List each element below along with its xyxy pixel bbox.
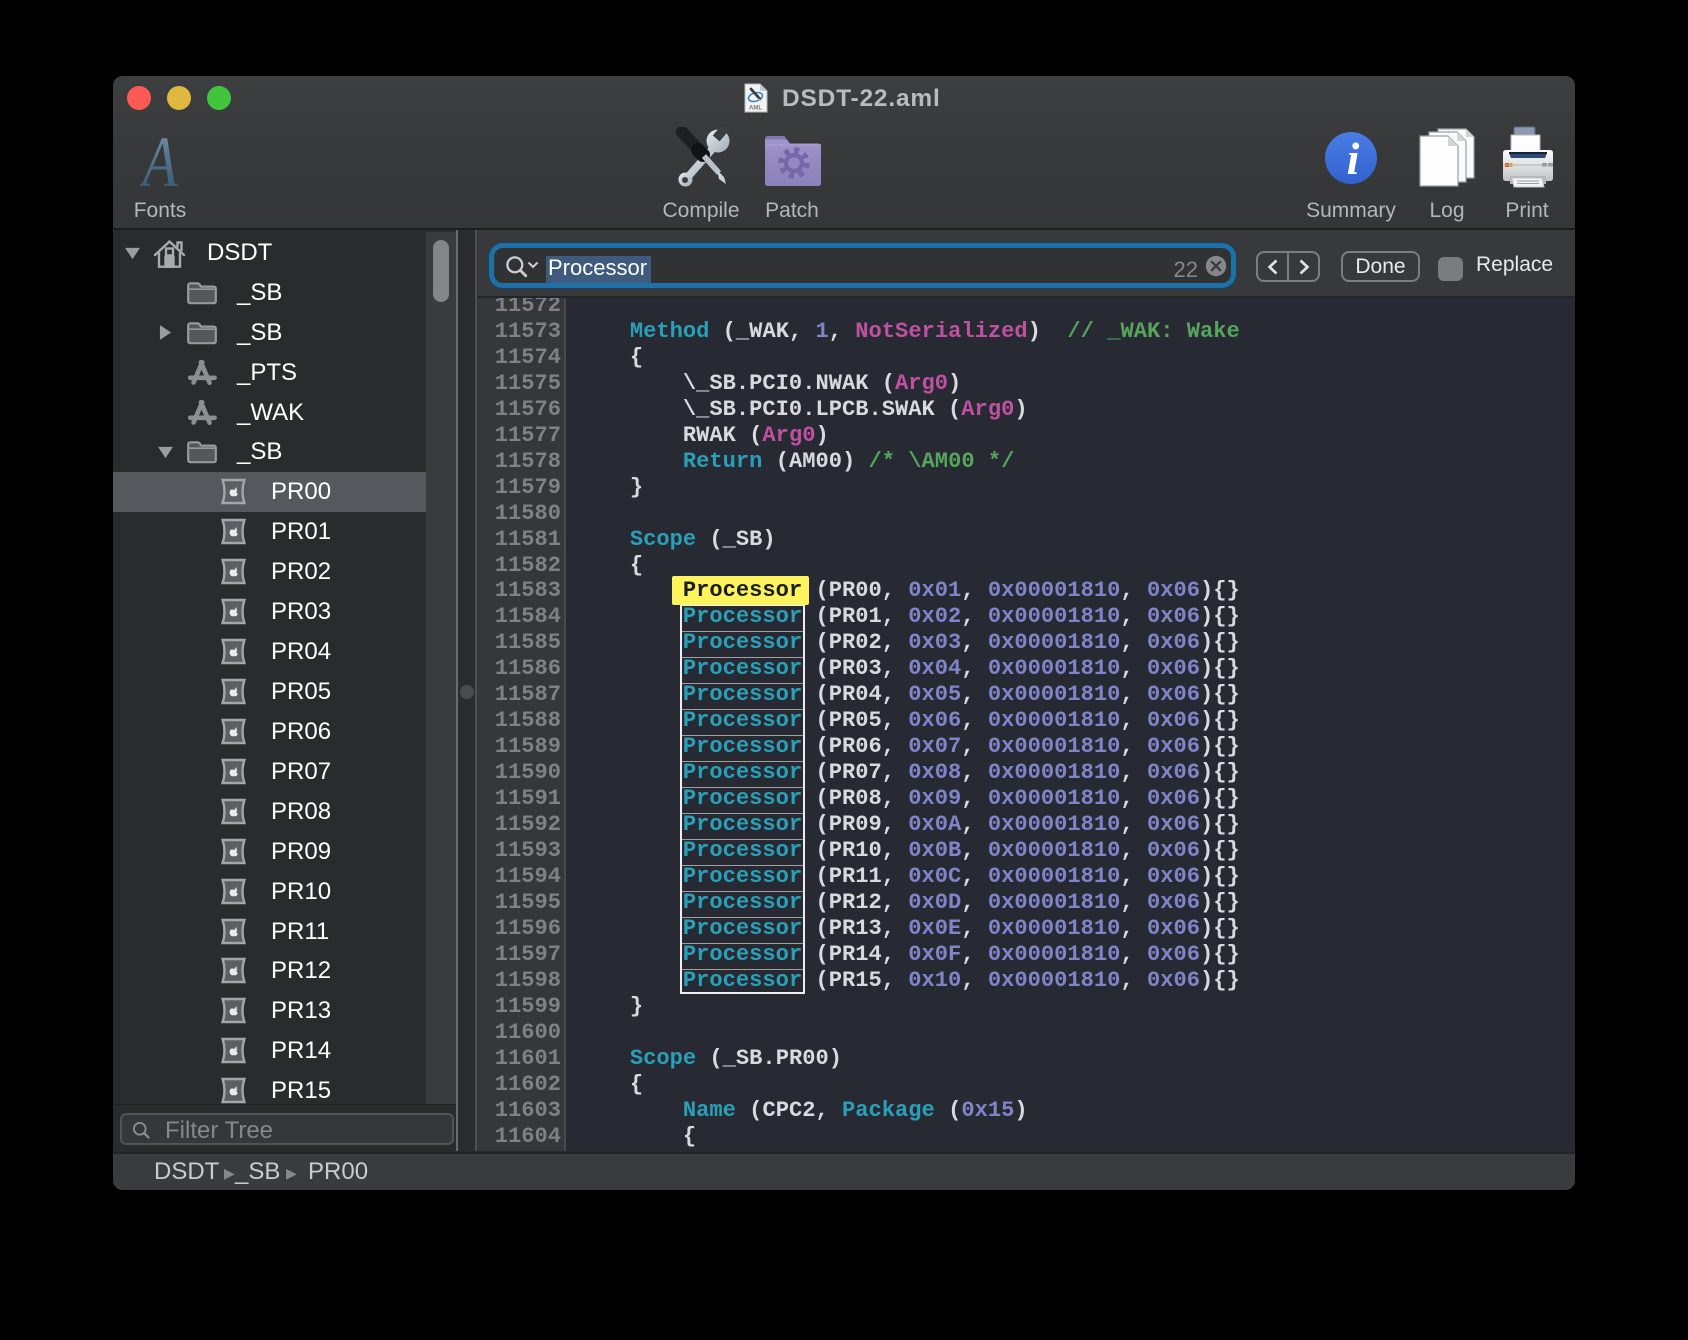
svg-text:i: i (1347, 133, 1360, 184)
svg-text:A: A (140, 136, 179, 190)
svg-text:AML: AML (749, 106, 762, 112)
